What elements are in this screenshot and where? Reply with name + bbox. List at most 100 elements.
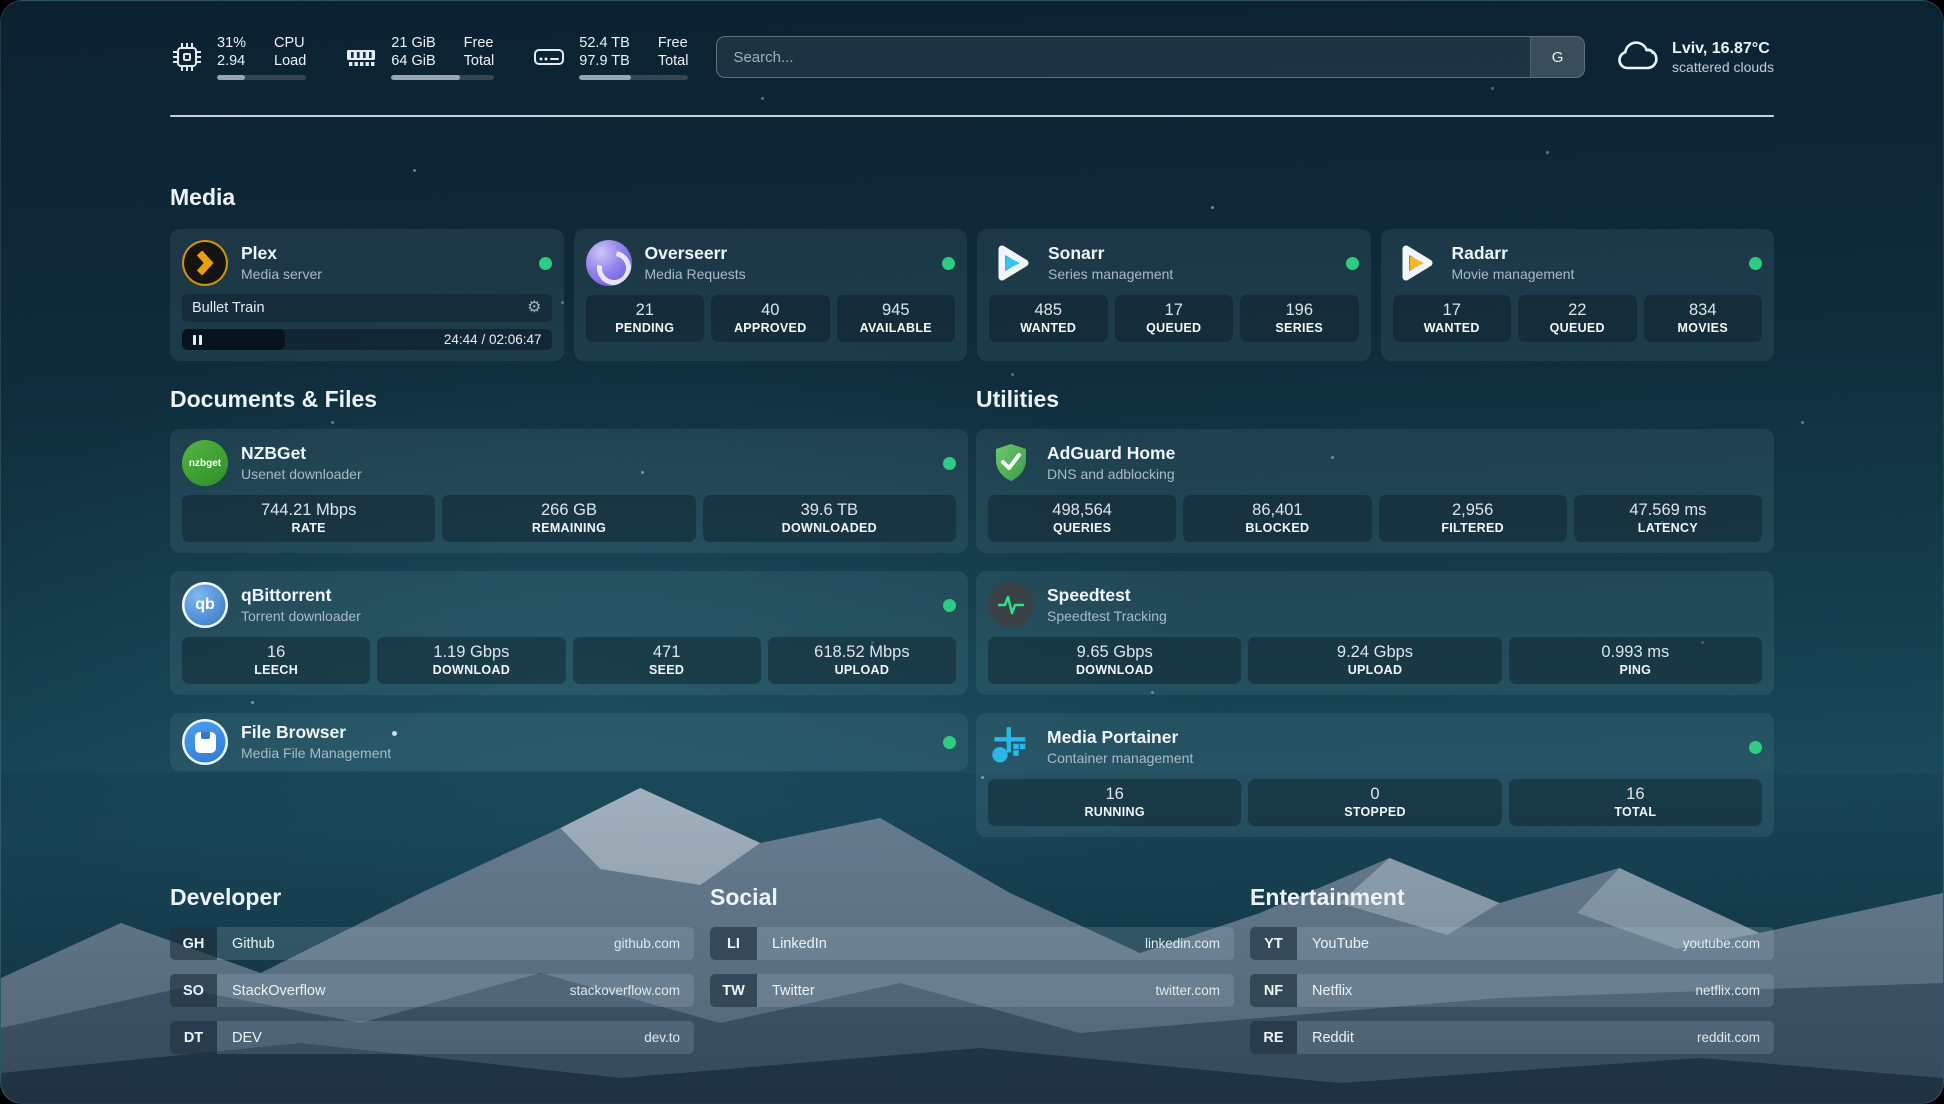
filebrowser-icon	[182, 719, 228, 765]
stat-label: PENDING	[615, 322, 674, 336]
stat-label: AVAILABLE	[860, 322, 932, 336]
plex-icon	[182, 240, 228, 286]
cpu-usage-value: 31%	[217, 34, 246, 52]
cpu-load-label: Load	[274, 52, 306, 70]
search-provider-button[interactable]: G	[1530, 37, 1584, 77]
stat-label: LATENCY	[1638, 522, 1698, 536]
plex-card[interactable]: Plex Media server Bullet Train ⚙ 24:44 /…	[170, 229, 564, 361]
stat-value: 0	[1370, 785, 1379, 803]
bookmark-dev[interactable]: DT DEV dev.to	[170, 1021, 694, 1054]
cpu-meter	[217, 75, 306, 80]
stat-value: 471	[653, 643, 681, 661]
status-dot	[942, 257, 955, 270]
stat-tile: 16 TOTAL	[1509, 779, 1762, 826]
section-documents: Documents & Files nzbget NZBGet Usenet d…	[170, 385, 968, 771]
stat-value: 39.6 TB	[801, 501, 858, 519]
bookmark-github[interactable]: GH Github github.com	[170, 927, 694, 960]
stat-value: 485	[1034, 301, 1062, 319]
stat-tile: 21 PENDING	[586, 295, 705, 342]
app-name: qBittorrent	[241, 585, 361, 606]
ram-meter	[391, 75, 494, 80]
portainer-card[interactable]: Media Portainer Container management 16 …	[976, 713, 1774, 837]
bookmark-stackoverflow[interactable]: SO StackOverflow stackoverflow.com	[170, 974, 694, 1007]
stat-value: 1.19 Gbps	[433, 643, 509, 661]
ram-icon	[344, 42, 378, 72]
stat-value: 16	[1105, 785, 1123, 803]
qbittorrent-card[interactable]: qb qBittorrent Torrent downloader 16 LEE…	[170, 571, 968, 695]
stat-label: SEED	[649, 664, 684, 678]
stat-value: 945	[882, 301, 910, 319]
section-utilities: Utilities	[976, 385, 1774, 837]
bookmarks-developer: Developer GH Github github.com SO StackO…	[170, 883, 694, 1054]
ram-total-label: Total	[464, 52, 495, 70]
playback-time: 24:44 / 02:06:47	[444, 332, 552, 347]
stat-value: 618.52 Mbps	[814, 643, 909, 661]
ram-free-label: Free	[464, 34, 495, 52]
app-description: Container management	[1047, 750, 1193, 768]
cpu-icon	[170, 40, 204, 74]
speedtest-icon	[988, 582, 1034, 628]
stat-label: MOVIES	[1678, 322, 1728, 336]
stat-label: WANTED	[1020, 322, 1076, 336]
nzbget-icon: nzbget	[182, 440, 228, 486]
stat-tile: 196 SERIES	[1240, 295, 1359, 342]
status-dot	[539, 257, 552, 270]
stat-value: 2,956	[1452, 501, 1493, 519]
stat-value: 21	[636, 301, 654, 319]
stat-value: 744.21 Mbps	[261, 501, 356, 519]
stat-tile: 1.19 Gbps DOWNLOAD	[377, 637, 565, 684]
bookmark-url: reddit.com	[1697, 1030, 1760, 1045]
stat-tile: 86,401 BLOCKED	[1183, 495, 1371, 542]
adguard-card[interactable]: AdGuard Home DNS and adblocking 498,564 …	[976, 429, 1774, 553]
sonarr-card[interactable]: Sonarr Series management 485 WANTED 17 Q…	[977, 229, 1371, 361]
stat-tile: 485 WANTED	[989, 295, 1108, 342]
section-title-media: Media	[170, 183, 1774, 211]
overseerr-card[interactable]: Overseerr Media Requests 21 PENDING 40 A…	[574, 229, 968, 361]
app-name: NZBGet	[241, 443, 362, 464]
app-description: DNS and adblocking	[1047, 466, 1175, 484]
stat-tile: 17 QUEUED	[1115, 295, 1234, 342]
bookmark-youtube[interactable]: YT YouTube youtube.com	[1250, 927, 1774, 960]
nzbget-card[interactable]: nzbget NZBGet Usenet downloader 744.21 M…	[170, 429, 968, 553]
bookmark-linkedin[interactable]: LI LinkedIn linkedin.com	[710, 927, 1234, 960]
app-name: Plex	[241, 243, 322, 264]
bookmarks-social: Social LI LinkedIn linkedin.com TW Twitt…	[710, 883, 1234, 1054]
bookmark-abbr: DT	[170, 1021, 217, 1054]
radarr-card[interactable]: Radarr Movie management 17 WANTED 22 QUE…	[1381, 229, 1775, 361]
stat-tile: 471 SEED	[573, 637, 761, 684]
bookmark-name: StackOverflow	[232, 983, 325, 999]
stat-tile: 47.569 ms LATENCY	[1574, 495, 1762, 542]
stat-tile: 9.24 Gbps UPLOAD	[1248, 637, 1501, 684]
stat-tile: 0 STOPPED	[1248, 779, 1501, 826]
stat-value: 498,564	[1052, 501, 1112, 519]
bookmark-reddit[interactable]: RE Reddit reddit.com	[1250, 1021, 1774, 1054]
stat-label: BLOCKED	[1245, 522, 1309, 536]
overseerr-icon	[586, 240, 632, 286]
gear-icon[interactable]: ⚙	[527, 300, 541, 316]
stat-label: DOWNLOAD	[433, 664, 510, 678]
search-input[interactable]	[717, 37, 1530, 77]
status-dot	[943, 736, 956, 749]
status-dot	[1749, 741, 1762, 754]
filebrowser-card[interactable]: File Browser Media File Management	[170, 713, 968, 771]
bookmark-name: YouTube	[1312, 936, 1369, 952]
bookmark-twitter[interactable]: TW Twitter twitter.com	[710, 974, 1234, 1007]
app-description: Speedtest Tracking	[1047, 608, 1167, 626]
bookmark-abbr: LI	[710, 927, 757, 960]
app-description: Movie management	[1452, 266, 1575, 284]
stat-label: UPLOAD	[1348, 664, 1403, 678]
section-media: Media Plex Media server Bullet	[170, 183, 1774, 361]
stat-label: APPROVED	[734, 322, 807, 336]
app-name: Media Portainer	[1047, 727, 1193, 748]
weather-location-temp: Lviv, 16.87°C	[1672, 39, 1774, 60]
stat-value: 17	[1165, 301, 1183, 319]
stat-value: 9.24 Gbps	[1337, 643, 1413, 661]
stat-label: LEECH	[254, 664, 298, 678]
bookmark-name: Reddit	[1312, 1030, 1354, 1046]
bookmark-abbr: TW	[710, 974, 757, 1007]
stat-label: QUEUED	[1146, 322, 1201, 336]
cloud-icon	[1613, 39, 1659, 75]
speedtest-card[interactable]: Speedtest Speedtest Tracking 9.65 Gbps D…	[976, 571, 1774, 695]
now-playing-title: Bullet Train	[192, 300, 265, 316]
bookmark-netflix[interactable]: NF Netflix netflix.com	[1250, 974, 1774, 1007]
